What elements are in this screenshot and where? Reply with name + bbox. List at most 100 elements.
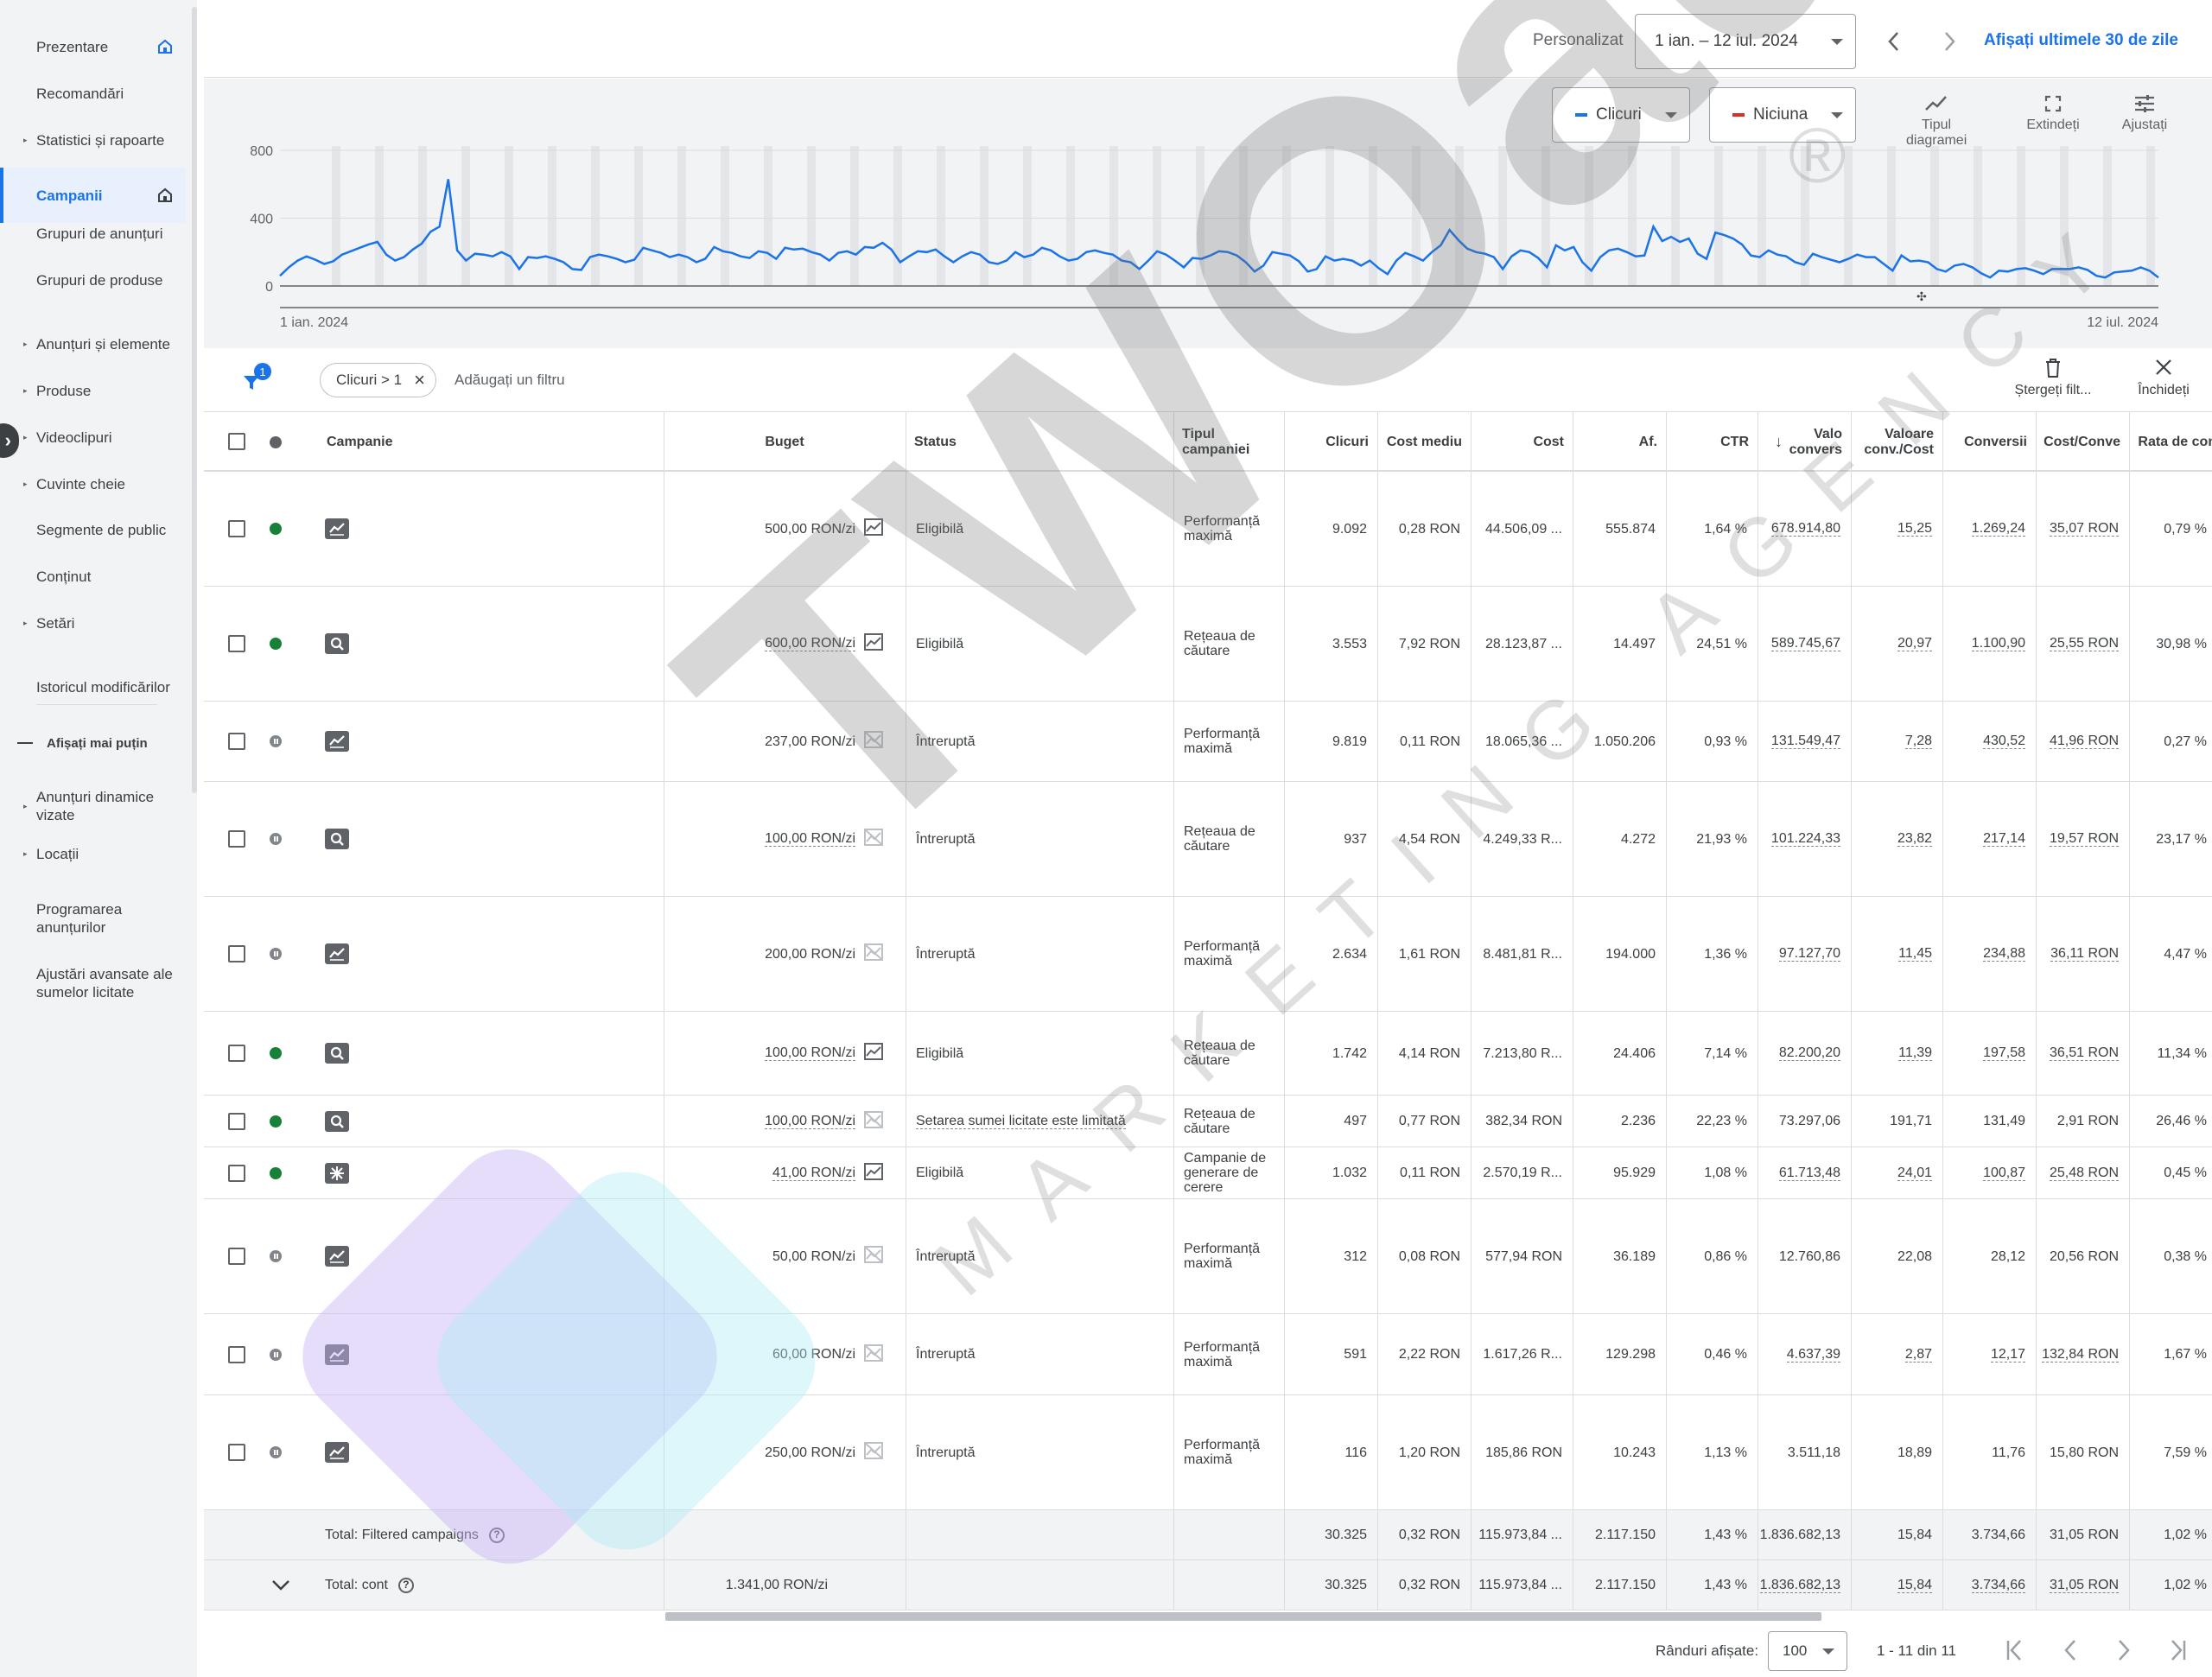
column-header-budget[interactable]: Buget <box>672 412 897 473</box>
data-point[interactable] <box>1154 248 1160 255</box>
valcost-value[interactable]: 11,39 <box>1898 1045 1932 1061</box>
data-point[interactable] <box>276 272 283 279</box>
column-divider[interactable] <box>2129 412 2130 470</box>
data-point[interactable] <box>312 257 319 264</box>
sort-descending-icon[interactable]: ↓ <box>1775 433 1783 451</box>
row-checkbox[interactable] <box>228 1112 245 1130</box>
data-point[interactable] <box>1986 274 1993 281</box>
budget-cell[interactable]: 41,00 RON/zi <box>664 1147 883 1198</box>
data-point[interactable] <box>1853 251 1860 258</box>
data-point[interactable] <box>2138 264 2145 270</box>
data-point[interactable] <box>1224 249 1231 256</box>
data-point[interactable] <box>498 249 505 256</box>
column-header-ctr[interactable]: CTR <box>1675 412 1749 473</box>
data-point[interactable] <box>1428 249 1435 256</box>
status-enabled-icon[interactable] <box>270 523 282 535</box>
data-point[interactable] <box>1517 247 1524 254</box>
data-point[interactable] <box>1783 253 1789 260</box>
data-point[interactable] <box>1305 268 1312 275</box>
data-point[interactable] <box>791 246 798 253</box>
data-point[interactable] <box>666 254 673 261</box>
data-point[interactable] <box>2005 268 2012 275</box>
column-header-costconv[interactable]: Cost/Conve <box>2044 412 2120 473</box>
sidebar-item-anunțuri-dinamice-vizate[interactable]: ▸ Anunțuri dinamice vizate <box>0 787 186 825</box>
data-point[interactable] <box>391 257 398 264</box>
data-point[interactable] <box>1295 258 1302 265</box>
data-point[interactable] <box>1446 226 1453 233</box>
column-header-valcost[interactable]: Valoare conv./Cost <box>1859 412 1934 473</box>
table-row[interactable]: 41,00 RON/zi Eligibilă Campanie de generar… <box>204 1147 2212 1199</box>
data-point[interactable] <box>1880 261 1887 268</box>
data-point[interactable] <box>631 257 638 264</box>
previous-period-button[interactable] <box>1878 26 1910 57</box>
data-point[interactable] <box>622 259 629 266</box>
data-point[interactable] <box>2057 265 2064 272</box>
data-point[interactable] <box>1172 257 1179 264</box>
data-point[interactable] <box>968 249 975 256</box>
column-header-avgcost[interactable]: Cost mediu <box>1386 412 1462 473</box>
data-point[interactable] <box>1907 258 1914 265</box>
previous-page-button[interactable] <box>2060 1638 2081 1667</box>
sidebar-item-ajustări-avansate-ale-sumelor-licitate[interactable]: Ajustări avansate ale sumelor licitate <box>0 964 186 1002</box>
data-point[interactable] <box>1738 241 1745 248</box>
first-page-button[interactable] <box>2005 1638 2025 1667</box>
data-point[interactable] <box>1243 259 1249 266</box>
data-point[interactable] <box>1641 252 1648 259</box>
table-row[interactable]: 237,00 RON/zi Întreruptă Performanță maxim… <box>204 702 2212 782</box>
convval-value[interactable]: 101.224,33 <box>1770 831 1840 847</box>
data-point[interactable] <box>1322 253 1329 260</box>
next-period-button[interactable] <box>1934 26 1965 57</box>
data-point[interactable] <box>1889 267 1896 274</box>
data-point[interactable] <box>1836 259 1843 266</box>
conv-value[interactable]: 217,14 <box>1983 831 2025 847</box>
budget-value[interactable]: 50,00 RON/zi <box>772 1249 855 1264</box>
data-point[interactable] <box>1747 252 1754 259</box>
sidebar-item-programarea-anunțurilor[interactable]: Programarea anunțurilor <box>0 899 186 937</box>
data-point[interactable] <box>1357 262 1364 269</box>
data-point[interactable] <box>1083 249 1090 256</box>
row-checkbox[interactable] <box>228 635 245 652</box>
data-point[interactable] <box>427 228 434 235</box>
row-checkbox[interactable] <box>228 733 245 750</box>
data-point[interactable] <box>897 259 904 266</box>
data-point[interactable] <box>383 251 390 258</box>
data-point[interactable] <box>516 265 523 272</box>
close-icon[interactable]: × <box>414 369 425 391</box>
data-point[interactable] <box>462 257 469 264</box>
budget-trend-unavailable-icon[interactable] <box>864 943 883 964</box>
budget-value[interactable]: 100,00 RON/zi <box>765 831 855 847</box>
column-header-campaign[interactable]: Campanie <box>327 412 655 473</box>
column-divider[interactable] <box>1851 412 1852 470</box>
data-point[interactable] <box>1251 268 1258 275</box>
data-point[interactable] <box>1287 252 1294 259</box>
data-point[interactable] <box>737 253 744 260</box>
data-point[interactable] <box>1792 259 1799 266</box>
data-point[interactable] <box>1960 261 1967 268</box>
convval-value[interactable]: 678.914,80 <box>1770 521 1840 537</box>
data-point[interactable] <box>764 250 771 257</box>
data-point[interactable] <box>1091 247 1098 254</box>
data-point[interactable] <box>595 251 602 258</box>
data-point[interactable] <box>950 259 957 266</box>
table-row[interactable]: 600,00 RON/zi Eligibilă Rețeaua de căutare… <box>204 587 2212 702</box>
valcost-value[interactable]: 24,01 <box>1897 1166 1932 1181</box>
budget-trend-unavailable-icon[interactable] <box>864 1110 883 1132</box>
budget-cell[interactable]: 100,00 RON/zi <box>664 1096 883 1147</box>
data-point[interactable] <box>1703 256 1710 263</box>
budget-value[interactable]: 250,00 RON/zi <box>765 1445 855 1460</box>
data-point[interactable] <box>1163 251 1170 258</box>
data-point[interactable] <box>702 256 709 263</box>
data-point[interactable] <box>1491 254 1497 261</box>
data-point[interactable] <box>1898 252 1905 259</box>
data-point[interactable] <box>1605 247 1612 254</box>
data-point[interactable] <box>924 249 931 256</box>
costconv-value[interactable]: 36,11 RON <box>2050 946 2119 962</box>
table-row[interactable]: 60,00 RON/zi Întreruptă Performanță maximă… <box>204 1314 2212 1395</box>
sidebar-item-recomandări[interactable]: Recomandări <box>0 83 186 104</box>
data-point[interactable] <box>1597 254 1604 261</box>
budget-trend-unavailable-icon[interactable] <box>864 829 883 849</box>
data-point[interactable] <box>879 239 886 246</box>
data-point[interactable] <box>1109 251 1116 258</box>
data-point[interactable] <box>684 254 691 261</box>
data-point[interactable] <box>782 245 789 251</box>
